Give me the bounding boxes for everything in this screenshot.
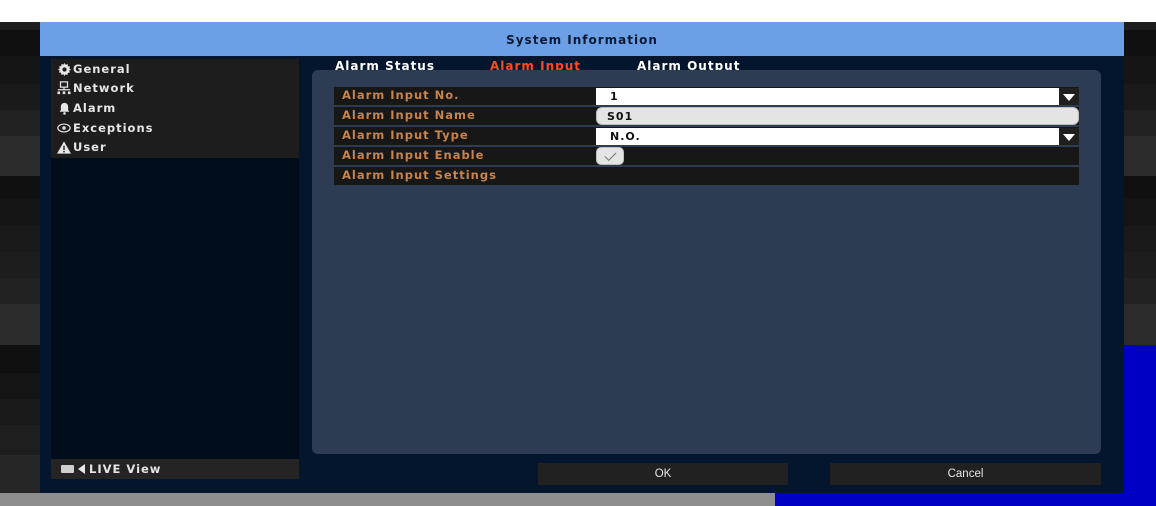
gear-icon [57,62,71,76]
network-icon [57,81,71,95]
alarm-input-settings-label: Alarm Input Settings [342,168,497,182]
bell-icon [57,101,71,115]
back-arrow-icon [78,464,85,474]
alarm-input-type-value: N.O. [610,130,641,143]
sidebar-item-label: User [73,140,107,154]
checkmark-icon [604,148,617,162]
alarm-input-enable-checkbox[interactable] [596,147,624,165]
alarm-input-settings-row[interactable]: Alarm Input Settings [334,167,1079,185]
sidebar-menu: General Network Alarm Exceptions User [51,59,299,158]
eye-icon [57,121,71,135]
chevron-down-icon[interactable] [1059,88,1079,105]
alarm-input-type-select[interactable]: N.O. [596,128,1079,145]
alarm-input-no-value: 1 [610,90,619,103]
live-view-label: LIVE View [89,462,162,476]
alarm-input-no-label: Alarm Input No. [342,88,460,102]
alarm-input-panel: Alarm Input No. 1 Alarm Input Name S01 A… [312,70,1101,454]
sidebar-item-label: Network [73,81,135,95]
warning-icon [57,140,71,154]
sidebar-item-exceptions[interactable]: Exceptions [57,119,154,137]
dialog-title: System Information [40,22,1124,56]
background-bottom [0,493,775,506]
sidebar-item-network[interactable]: Network [57,79,135,97]
chevron-down-icon[interactable] [1059,128,1079,145]
alarm-input-no-select[interactable]: 1 [596,88,1079,105]
sidebar-item-general[interactable]: General [57,60,131,78]
sidebar-item-label: Alarm [73,101,117,115]
sidebar-item-label: General [73,62,131,76]
sidebar-item-user[interactable]: User [57,138,107,156]
live-view-button[interactable]: LIVE View [51,459,299,479]
alarm-input-name-label: Alarm Input Name [342,108,476,122]
alarm-input-no-row: Alarm Input No. 1 [334,87,1079,105]
camera-icon [61,465,74,473]
ok-button[interactable]: OK [538,463,788,485]
alarm-input-type-row: Alarm Input Type N.O. [334,127,1079,145]
sidebar-item-label: Exceptions [73,121,154,135]
alarm-input-name-field[interactable]: S01 [596,107,1079,125]
alarm-input-enable-label: Alarm Input Enable [342,148,485,162]
cancel-button[interactable]: Cancel [830,463,1101,485]
background-top [0,0,1156,22]
alarm-input-type-label: Alarm Input Type [342,128,469,142]
system-information-dialog: System Information General Network Alarm [40,22,1124,493]
alarm-input-enable-row: Alarm Input Enable [334,147,1079,165]
sidebar: General Network Alarm Exceptions User [51,59,299,479]
alarm-input-name-row: Alarm Input Name S01 [334,107,1079,125]
sidebar-item-alarm[interactable]: Alarm [57,99,116,117]
